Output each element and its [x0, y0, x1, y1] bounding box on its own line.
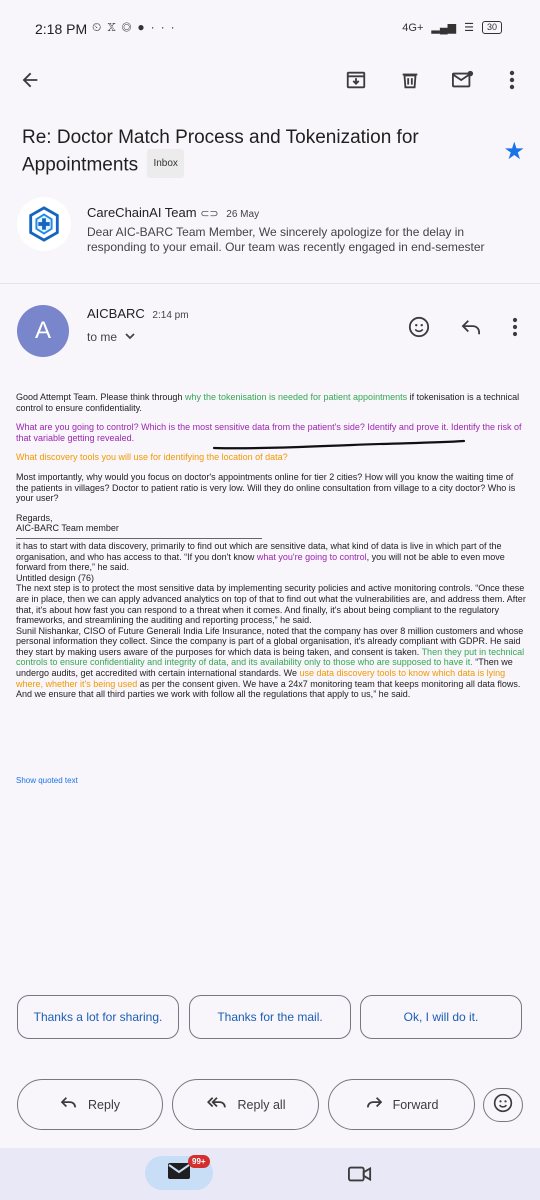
meet-video-icon[interactable] — [348, 1164, 372, 1189]
reply-icon[interactable] — [460, 318, 482, 341]
body-text: Good Attempt Team. Please think through — [16, 392, 185, 402]
x-icon: 𝕏 — [107, 20, 122, 34]
pen-underline-stroke — [212, 439, 466, 450]
chevron-down-icon — [125, 330, 135, 344]
regards-text: Regards, — [16, 512, 53, 523]
highlight-purple: what you're going to control — [256, 551, 367, 562]
forward-button[interactable]: Forward — [328, 1079, 475, 1130]
highlight-green: why the tokenisation is needed for patie… — [184, 392, 408, 402]
message-more-vert-icon[interactable] — [512, 317, 518, 342]
recipient-text: to me — [87, 330, 118, 344]
attachment-icon: ⊂⊃ — [200, 208, 219, 220]
quote-paragraph-4: Sunil Nishankar, CISO of Future Generali… — [16, 626, 526, 700]
bottom-navigation: 99+ — [0, 1148, 540, 1200]
jio-icon: ● — [137, 20, 151, 34]
avatar[interactable]: A — [17, 305, 69, 357]
quote-paragraph-3: The next step is to protect the most sen… — [16, 583, 526, 626]
emoji-reaction-icon[interactable] — [408, 316, 430, 343]
quote-separator — [16, 537, 262, 539]
signal-icon: ▂▄▆ — [431, 22, 457, 34]
message1-snippet[interactable]: Dear AIC-BARC Team Member, We sincerely … — [87, 225, 507, 255]
message1-header[interactable]: CareChainAI Team ⊂⊃ 26 May — [87, 205, 259, 220]
reply-all-icon — [206, 1096, 228, 1113]
network-icon: 4G+ — [402, 21, 424, 34]
alarm-icon: ⏲ — [92, 20, 108, 34]
status-right: 4G+ ▂▄▆ ☰ 30 — [402, 21, 502, 34]
quote-paragraph-2: Untitled design (76) — [16, 572, 95, 583]
subject-text: Re: Doctor Match Process and Tokenizatio… — [22, 127, 419, 176]
body-paragraph-1: Good Attempt Team. Please think through … — [16, 392, 526, 413]
status-time: 2:18 PM — [35, 21, 88, 37]
top-toolbar — [0, 58, 540, 102]
archive-icon[interactable] — [342, 66, 370, 94]
more-vert-icon[interactable] — [498, 66, 526, 94]
quote-paragraph-1: it has to start with data discovery, pri… — [16, 541, 526, 573]
delete-icon[interactable] — [396, 66, 424, 94]
smart-reply-1[interactable]: Thanks a lot for sharing. — [17, 995, 179, 1039]
emoji-icon — [493, 1093, 513, 1118]
inbox-label[interactable]: Inbox — [147, 149, 184, 178]
message1-sender: CareChainAI Team — [87, 205, 197, 220]
forward-icon — [365, 1096, 383, 1113]
wifi-icon: ☰ — [464, 22, 474, 34]
message-divider — [0, 283, 540, 284]
message2-time: 2:14 pm — [152, 310, 189, 321]
more-dots-icon: ··· — [150, 20, 181, 34]
show-quoted-text-link[interactable]: Show quoted text — [16, 776, 78, 785]
unread-count-badge: 99+ — [188, 1155, 210, 1168]
status-app-icons: ⏲𝕏◎●··· — [92, 20, 181, 35]
instagram-icon: ◎ — [121, 20, 138, 34]
reply-all-label: Reply all — [237, 1097, 286, 1112]
forward-label: Forward — [392, 1097, 439, 1112]
mail-icon — [167, 1162, 191, 1185]
reply-icon — [60, 1096, 78, 1113]
mark-unread-icon[interactable] — [449, 66, 477, 94]
recipient-toggle[interactable]: to me — [87, 330, 135, 344]
smart-reply-3[interactable]: Ok, I will do it. — [360, 995, 522, 1039]
message2-sender: AICBARC — [87, 306, 145, 321]
reply-button[interactable]: Reply — [17, 1079, 163, 1130]
battery-icon: 30 — [481, 21, 502, 34]
smart-reply-2[interactable]: Thanks for the mail. — [189, 995, 351, 1039]
reply-all-button[interactable]: Reply all — [172, 1079, 319, 1130]
email-subject: Re: Doctor Match Process and Tokenizatio… — [22, 124, 492, 180]
star-icon[interactable]: ★ — [503, 137, 525, 166]
message2-header: AICBARC 2:14 pm — [87, 306, 189, 321]
sender-logo — [17, 197, 71, 251]
signature-text: AIC-BARC Team member — [16, 523, 119, 534]
message1-date: 26 May — [226, 209, 260, 220]
emoji-react-button[interactable] — [483, 1088, 523, 1122]
back-arrow-icon[interactable] — [16, 66, 44, 94]
status-bar: 2:18 PM ⏲𝕏◎●··· 4G+ ▂▄▆ ☰ 30 — [0, 0, 540, 56]
reply-label: Reply — [88, 1097, 120, 1112]
body-paragraph-4: Most importantly, why would you focus on… — [16, 471, 516, 504]
